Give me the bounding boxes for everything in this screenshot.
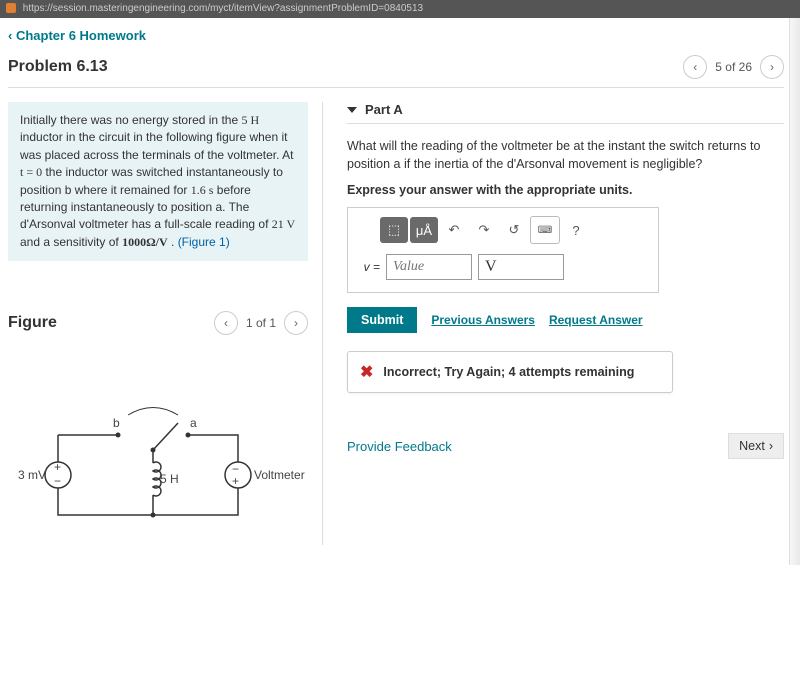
browser-url-bar: https://session.masteringengineering.com… — [0, 0, 800, 18]
page-title: Problem 6.13 — [8, 58, 108, 76]
chevron-right-icon: › — [770, 60, 774, 74]
svg-text:+: + — [54, 460, 61, 474]
part-a-question: What will the reading of the voltmeter b… — [347, 138, 784, 173]
prompt-value: 1000Ω/V — [122, 235, 168, 249]
value-input[interactable] — [386, 254, 472, 280]
prev-problem-button[interactable]: ‹ — [683, 55, 707, 79]
help-button[interactable]: ? — [562, 217, 590, 243]
collapse-icon — [347, 107, 357, 113]
url-text: https://session.masteringengineering.com… — [23, 3, 423, 14]
prompt-text: inductor in the circuit in the following… — [20, 130, 293, 161]
provide-feedback-link[interactable]: Provide Feedback — [347, 439, 452, 454]
circuit-figure: b a 5 H + − 3 mV − + — [18, 395, 278, 545]
answer-variable-label: v = — [358, 260, 380, 274]
submit-button[interactable]: Submit — [347, 307, 417, 333]
next-figure-button[interactable]: › — [284, 311, 308, 335]
templates-button[interactable]: ⬚ — [380, 217, 408, 243]
svg-text:+: + — [232, 474, 239, 488]
chevron-left-icon: ‹ — [8, 28, 12, 43]
reset-button[interactable]: ↺ — [500, 217, 528, 243]
source-label: 3 mV — [18, 468, 46, 482]
keyboard-button[interactable]: ⌨ — [530, 216, 560, 244]
keyboard-icon: ⌨ — [538, 225, 552, 236]
prompt-value: 21 V — [272, 217, 295, 231]
favicon — [6, 3, 16, 13]
next-button[interactable]: Next › — [728, 433, 784, 459]
breadcrumb-label: Chapter 6 Homework — [16, 28, 146, 43]
next-label: Next — [739, 439, 765, 453]
figure-position: 1 of 1 — [246, 316, 276, 330]
feedback-message: Incorrect; Try Again; 4 attempts remaini… — [383, 365, 634, 379]
part-a-title: Part A — [365, 102, 403, 117]
answer-toolbar: ⬚ μÅ ↶ ↷ ↺ ⌨ — [358, 216, 648, 244]
reset-icon: ↺ — [509, 222, 520, 238]
units-icon: μÅ — [416, 223, 432, 238]
part-a-header[interactable]: Part A — [347, 102, 784, 124]
svg-text:−: − — [54, 474, 61, 488]
submit-label: Submit — [361, 313, 403, 327]
prompt-text: Initially there was no energy stored in … — [20, 113, 241, 127]
chevron-right-icon: › — [769, 439, 773, 453]
redo-icon: ↷ — [479, 222, 490, 238]
previous-answers-link[interactable]: Previous Answers — [431, 313, 535, 327]
voltmeter-label: Voltmeter — [254, 468, 305, 482]
undo-button[interactable]: ↶ — [440, 217, 468, 243]
feedback-box: ✖ Incorrect; Try Again; 4 attempts remai… — [347, 351, 673, 393]
problem-nav: ‹ 5 of 26 › — [683, 55, 784, 79]
unit-input[interactable] — [478, 254, 564, 280]
chevron-right-icon: › — [294, 316, 298, 330]
incorrect-icon: ✖ — [360, 362, 373, 382]
request-answer-link[interactable]: Request Answer — [549, 313, 643, 327]
breadcrumb[interactable]: ‹ Chapter 6 Homework — [8, 28, 146, 43]
figure-link[interactable]: (Figure 1) — [178, 235, 230, 249]
prev-figure-button[interactable]: ‹ — [214, 311, 238, 335]
inductor-label: 5 H — [160, 472, 179, 486]
units-button[interactable]: μÅ — [410, 217, 438, 243]
problem-prompt: Initially there was no energy stored in … — [8, 102, 308, 261]
prompt-value: 1.6 s — [191, 183, 214, 197]
next-problem-button[interactable]: › — [760, 55, 784, 79]
templates-icon: ⬚ — [388, 222, 400, 238]
figure-title: Figure — [8, 314, 57, 332]
redo-button[interactable]: ↷ — [470, 217, 498, 243]
part-a-instruction: Express your answer with the appropriate… — [347, 183, 784, 197]
prompt-value: 5 H — [241, 113, 259, 127]
help-icon: ? — [572, 223, 579, 238]
switch-label-b: b — [113, 416, 120, 430]
answer-panel: ⬚ μÅ ↶ ↷ ↺ ⌨ — [347, 207, 659, 293]
prompt-text: . — [171, 235, 178, 249]
switch-label-a: a — [190, 416, 197, 430]
prompt-value: t = 0 — [20, 165, 42, 179]
problem-position: 5 of 26 — [715, 60, 752, 74]
scrollbar-track[interactable] — [789, 18, 800, 565]
chevron-left-icon: ‹ — [693, 60, 697, 74]
chevron-left-icon: ‹ — [224, 316, 228, 330]
prompt-text: and a sensitivity of — [20, 235, 122, 249]
undo-icon: ↶ — [449, 222, 460, 238]
